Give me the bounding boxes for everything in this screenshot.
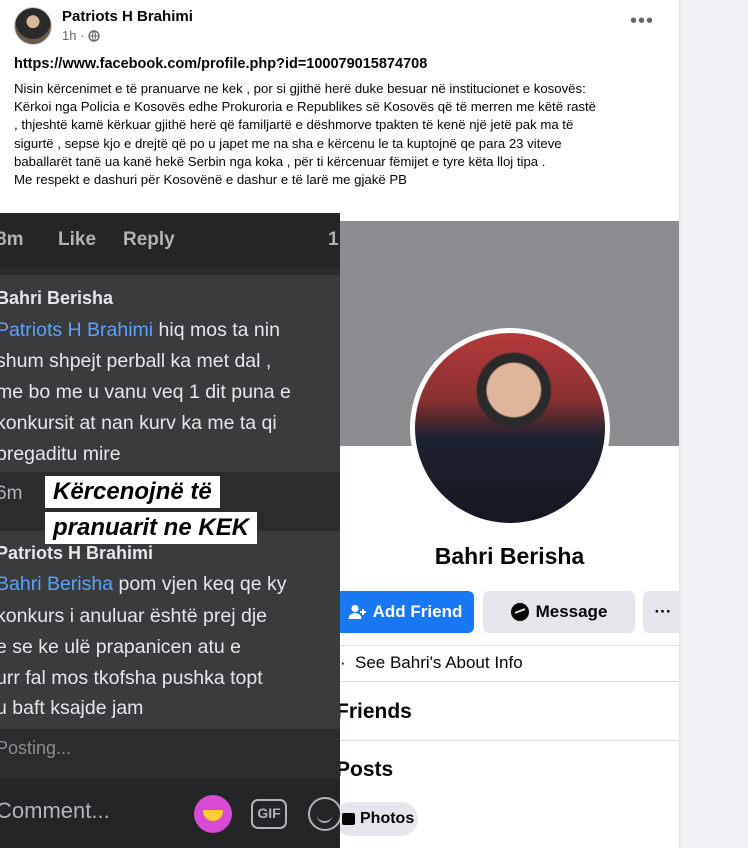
- profile-name: Bahri Berisha: [434, 543, 585, 569]
- emoji-icon[interactable]: [308, 797, 340, 831]
- more-options-icon[interactable]: •••: [630, 10, 654, 33]
- divider: [340, 645, 679, 646]
- comment-text: pom vjen keq qe ky: [113, 573, 287, 595]
- comment-line: e se ke ulë prapanicen atu e: [0, 636, 242, 658]
- info-icon: ·: [340, 653, 346, 672]
- comment-line: shum shpejt perball ka met dal ,: [0, 350, 272, 372]
- photos-label: Photos: [360, 810, 415, 827]
- about-info-label: See Bahri's About Info: [355, 653, 523, 672]
- overlay-caption: Kërcenojnë të pranuarit ne KEK: [45, 476, 258, 548]
- comment-line: konkursit at nan kurv ka me ta qi: [0, 412, 277, 434]
- profile-picture-image: [415, 333, 605, 523]
- messenger-icon: [510, 603, 529, 621]
- post-body: Nisin kërcenimet e të pranuarve ne kek ,…: [14, 80, 674, 189]
- comment-time: 8m: [0, 229, 24, 250]
- facebook-post: Patriots H Brahimi 1h · ••• https://www.…: [0, 0, 679, 848]
- comment-line: Bahri Berisha pom vjen keq qe ky: [0, 573, 287, 596]
- comment-mention[interactable]: Patriots H Brahimi: [0, 319, 153, 341]
- profile-picture[interactable]: [410, 328, 610, 528]
- profile-link[interactable]: https://www.facebook.com/profile.php?id=…: [14, 56, 427, 72]
- author-avatar[interactable]: [14, 7, 52, 45]
- post-line: baballarët tanë ua kanë hekë Serbin nga …: [14, 153, 546, 169]
- about-info-link[interactable]: · See Bahri's About Info: [340, 653, 523, 673]
- comment-mention[interactable]: Bahri Berisha: [0, 573, 113, 595]
- comment-bubble: Bahri Berisha Patriots H Brahimi hiq mos…: [0, 275, 340, 472]
- posting-status: Posting...: [0, 738, 72, 758]
- comment-text: hiq mos ta nin: [153, 319, 280, 341]
- comment-line: urr fal mos tkofsha pushka topt: [0, 667, 263, 689]
- comment-actions-row: 8m Like Reply 1: [0, 213, 340, 268]
- post-timestamp[interactable]: 1h ·: [62, 28, 101, 43]
- caption-line: Kërcenojnë të: [45, 476, 220, 508]
- author-name[interactable]: Patriots H Brahimi: [62, 8, 193, 25]
- photos-icon: [342, 813, 355, 825]
- comment-line: u baft ksajde jam: [0, 697, 144, 719]
- gif-icon[interactable]: GIF: [251, 799, 287, 829]
- comment-input-placeholder[interactable]: Comment...: [0, 798, 110, 824]
- post-line: Kërkoi nga Policia e Kosovës edhe Prokur…: [14, 99, 597, 115]
- like-link[interactable]: Like: [58, 229, 96, 251]
- post-line: , thjeshtë kamë kërkuar gjithë herë që f…: [14, 117, 574, 133]
- posts-section-title: Posts: [340, 758, 394, 781]
- comment-bubble: Patriots H Brahimi Bahri Berisha pom vje…: [0, 531, 340, 729]
- message-label: Message: [535, 602, 608, 621]
- reply-link[interactable]: Reply: [123, 229, 175, 251]
- post-line: sigurtë , sepse kjo e drejtë që po u jap…: [14, 135, 562, 151]
- post-time-text: 1h ·: [62, 28, 85, 43]
- comment-author[interactable]: Bahri Berisha: [0, 288, 113, 309]
- reaction-count: 1: [328, 229, 339, 250]
- comment-line: konkurs i anuluar është prej dje: [0, 605, 267, 627]
- profile-screenshot: Bahri Berisha Add Friend Message ··· · S…: [340, 213, 679, 848]
- comment-line: me bo me u vanu veq 1 dit puna e: [0, 381, 291, 403]
- divider: [340, 681, 679, 682]
- post-line: Me respekt e dashuri për Kosovënë e dash…: [14, 172, 407, 188]
- comment-line: Patriots H Brahimi hiq mos ta nin: [0, 319, 280, 342]
- comment-line: pregaditu mire: [0, 443, 121, 465]
- message-button[interactable]: Message: [483, 591, 635, 633]
- add-friend-icon: [348, 604, 366, 619]
- caption-line: pranuarit ne KEK: [45, 512, 258, 544]
- photos-button[interactable]: Photos: [340, 802, 418, 836]
- add-friend-button[interactable]: Add Friend: [340, 591, 474, 633]
- avatar-sticker-icon[interactable]: [194, 795, 232, 833]
- comments-screenshot: 8m Like Reply 1 Bahri Berisha Patriots H…: [0, 213, 340, 848]
- divider: [340, 740, 679, 741]
- more-button[interactable]: ···: [643, 591, 679, 633]
- globe-icon: [88, 29, 101, 42]
- friends-section-title[interactable]: Friends: [340, 700, 412, 724]
- add-friend-label: Add Friend: [372, 602, 463, 621]
- comment-time: 6m: [0, 483, 23, 504]
- feed-border: [679, 0, 681, 848]
- post-line: Nisin kërcenimet e të pranuarve ne kek ,…: [14, 81, 586, 96]
